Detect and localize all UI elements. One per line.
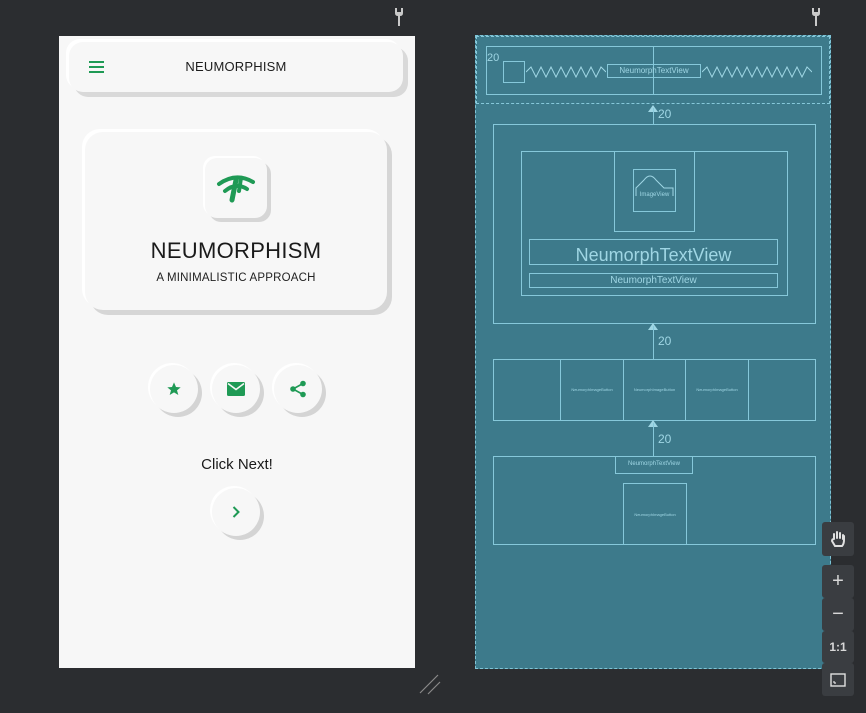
margin-label: 20 bbox=[658, 334, 672, 348]
blueprint-imageview: ImageView bbox=[633, 169, 676, 212]
blueprint-menu-image bbox=[503, 61, 525, 83]
margin-label: 20 bbox=[658, 432, 672, 446]
blueprint-view[interactable]: 20 NeumorphTextView 20 ImageView Neumorp… bbox=[475, 35, 831, 669]
favorite-button[interactable] bbox=[150, 365, 198, 413]
blueprint-next-button: NeumorphImageButton bbox=[623, 483, 687, 545]
click-next-label: Click Next! bbox=[201, 456, 273, 473]
blueprint-image-button: NeumorphImageButton bbox=[685, 359, 749, 421]
design-preview[interactable]: NEUMORPHISM NEUMORPHISM A MINIMALISTIC A… bbox=[59, 36, 415, 668]
app-toolbar: NEUMORPHISM bbox=[69, 42, 403, 92]
blueprint-image-button: NeumorphImageButton bbox=[560, 359, 624, 421]
logo-icon bbox=[205, 158, 267, 218]
blueprint-image-button: NeumorphImageButton bbox=[623, 359, 686, 421]
email-button[interactable] bbox=[212, 365, 260, 413]
zoom-to-fit-button[interactable] bbox=[822, 663, 854, 696]
blueprint-title-text: NeumorphTextView bbox=[529, 239, 778, 265]
zoom-out-button[interactable]: − bbox=[822, 598, 854, 631]
resize-handle-icon[interactable] bbox=[418, 672, 442, 696]
actual-size-button[interactable]: 1:1 bbox=[822, 631, 854, 663]
blueprint-subtitle-text: NeumorphTextView bbox=[529, 273, 778, 288]
card-subtitle: A MINIMALISTIC APPROACH bbox=[156, 272, 316, 284]
toolbar-title: NEUMORPHISM bbox=[185, 59, 287, 74]
margin-label: 20 bbox=[658, 107, 672, 121]
card-title: NEUMORPHISM bbox=[150, 238, 322, 263]
wrench-icon[interactable] bbox=[392, 8, 406, 26]
blueprint-margin-label: 20 bbox=[487, 52, 500, 64]
share-button[interactable] bbox=[274, 365, 322, 413]
wrench-icon[interactable] bbox=[809, 8, 823, 26]
chevron-right-icon bbox=[232, 506, 240, 518]
hand-icon bbox=[830, 531, 845, 547]
pan-tool-button[interactable] bbox=[822, 522, 854, 556]
fit-screen-icon bbox=[830, 672, 846, 687]
star-icon bbox=[167, 382, 181, 395]
blueprint-toolbar-text: NeumorphTextView bbox=[607, 64, 701, 78]
zoom-in-button[interactable]: + bbox=[822, 565, 854, 598]
mail-icon bbox=[227, 382, 245, 396]
next-button[interactable] bbox=[212, 488, 260, 536]
header-card: NEUMORPHISM A MINIMALISTIC APPROACH bbox=[85, 132, 387, 310]
blueprint-bottom-text: NeumorphTextView bbox=[615, 456, 693, 474]
share-icon bbox=[290, 380, 306, 398]
